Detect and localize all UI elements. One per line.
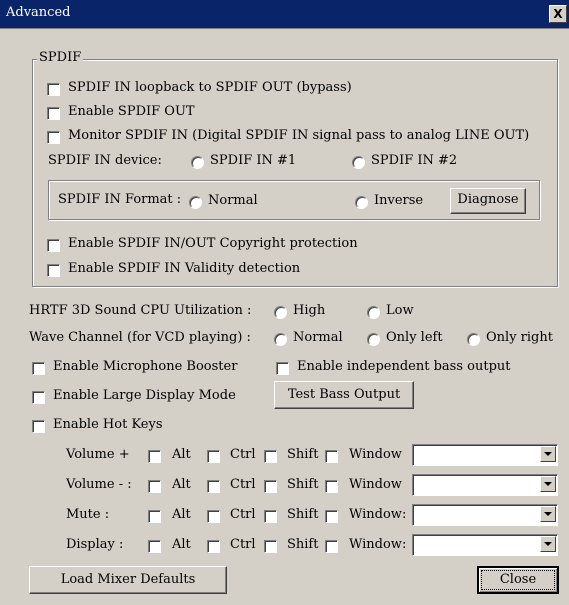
hotkey-key-select[interactable] [412,534,558,556]
hotkey-window-checkbox[interactable] [325,510,338,523]
hotkey-shift-checkbox[interactable] [264,450,277,463]
hot-keys-checkbox[interactable] [32,420,45,433]
hotkey-alt-checkbox[interactable] [148,450,161,463]
spdif-device-2-radio[interactable] [352,156,365,169]
wave-normal-label: Normal [293,330,343,345]
spdif-device-2-label: SPDIF IN #2 [371,153,458,168]
hotkey-alt-checkbox[interactable] [148,480,161,493]
hotkey-ctrl-checkbox[interactable] [207,480,220,493]
copyright-checkbox[interactable] [47,239,60,252]
hrtf-high-radio[interactable] [274,306,287,319]
enable-spdif-out-checkbox[interactable] [47,107,60,120]
format-inverse-radio[interactable] [355,196,368,209]
hotkey-window-checkbox[interactable] [325,480,338,493]
hotkey-label-volume-up: Volume + [66,447,130,462]
hotkey-window-label: Window: [349,507,407,522]
chevron-down-icon[interactable] [540,536,556,552]
hotkey-key-select[interactable] [412,444,558,466]
hotkey-window-label: Window: [349,537,407,552]
hotkey-window-label: Window [349,447,402,462]
spdif-loopback-checkbox[interactable] [47,83,60,96]
wave-channel-label: Wave Channel (for VCD playing) : [29,330,251,345]
close-button[interactable]: Close [477,566,559,594]
spdif-device-1-label: SPDIF IN #1 [210,153,297,168]
hotkey-shift-label: Shift [287,537,319,552]
copyright-label: Enable SPDIF IN/OUT Copyright protection [68,236,358,251]
hotkey-label-mute: Mute : [66,507,110,522]
wave-only-left-label: Only left [386,330,443,345]
hotkey-shift-label: Shift [287,507,319,522]
hotkey-alt-label: Alt [172,477,191,492]
hrtf-low-radio[interactable] [367,306,380,319]
chevron-down-icon[interactable] [540,476,556,492]
chevron-down-icon[interactable] [540,446,556,462]
hotkey-window-checkbox[interactable] [325,540,338,553]
wave-only-left-radio[interactable] [367,333,380,346]
mic-booster-checkbox[interactable] [32,362,45,375]
hotkey-key-select[interactable] [412,474,558,496]
hotkey-window-checkbox[interactable] [325,450,338,463]
hotkey-ctrl-checkbox[interactable] [207,450,220,463]
diagnose-button[interactable]: Diagnose [450,188,526,214]
hotkey-alt-checkbox[interactable] [148,540,161,553]
monitor-spdif-checkbox[interactable] [47,131,60,144]
title-bar: Advanced X [0,0,569,29]
spdif-format-label: SPDIF IN Format : [58,192,182,207]
close-icon[interactable]: X [549,5,567,23]
independent-bass-checkbox[interactable] [276,362,289,375]
hrtf-low-label: Low [386,303,414,318]
hotkey-shift-checkbox[interactable] [264,540,277,553]
hotkey-shift-label: Shift [287,447,319,462]
hotkey-ctrl-label: Ctrl [230,537,256,552]
hrtf-high-label: High [293,303,326,318]
hotkey-ctrl-label: Ctrl [230,507,256,522]
format-normal-label: Normal [208,193,258,208]
hotkey-alt-label: Alt [172,507,191,522]
window-title: Advanced [6,5,71,20]
hotkey-shift-label: Shift [287,477,319,492]
hotkey-label-display: Display : [66,537,124,552]
hotkey-alt-label: Alt [172,447,191,462]
independent-bass-label: Enable independent bass output [297,359,511,374]
hotkey-shift-checkbox[interactable] [264,510,277,523]
hrtf-label: HRTF 3D Sound CPU Utilization : [29,303,252,318]
test-bass-output-button[interactable]: Test Bass Output [274,381,414,409]
hotkey-key-select[interactable] [412,504,558,526]
hotkey-alt-checkbox[interactable] [148,510,161,523]
chevron-down-icon[interactable] [540,506,556,522]
hotkey-ctrl-checkbox[interactable] [207,540,220,553]
hotkey-shift-checkbox[interactable] [264,480,277,493]
large-display-label: Enable Large Display Mode [53,388,236,403]
hotkey-window-label: Window [349,477,402,492]
hotkey-alt-label: Alt [172,537,191,552]
spdif-device-label: SPDIF IN device: [48,153,162,168]
validity-label: Enable SPDIF IN Validity detection [68,261,301,276]
wave-only-right-label: Only right [486,330,553,345]
hotkey-ctrl-checkbox[interactable] [207,510,220,523]
wave-normal-radio[interactable] [274,333,287,346]
monitor-spdif-label: Monitor SPDIF IN (Digital SPDIF IN signa… [68,128,530,143]
validity-checkbox[interactable] [47,264,60,277]
large-display-checkbox[interactable] [32,391,45,404]
format-inverse-label: Inverse [374,193,424,208]
load-mixer-defaults-button[interactable]: Load Mixer Defaults [29,566,227,594]
wave-only-right-radio[interactable] [467,333,480,346]
spdif-loopback-label: SPDIF IN loopback to SPDIF OUT (bypass) [68,80,352,95]
format-normal-radio[interactable] [189,196,202,209]
mic-booster-label: Enable Microphone Booster [53,359,238,374]
hotkey-ctrl-label: Ctrl [230,477,256,492]
hot-keys-label: Enable Hot Keys [53,417,163,432]
hotkey-label-volume-down: Volume - : [66,477,132,492]
spdif-device-1-radio[interactable] [191,156,204,169]
hotkey-ctrl-label: Ctrl [230,447,256,462]
enable-spdif-out-label: Enable SPDIF OUT [68,104,195,119]
spdif-group-label: SPDIF [37,50,84,65]
